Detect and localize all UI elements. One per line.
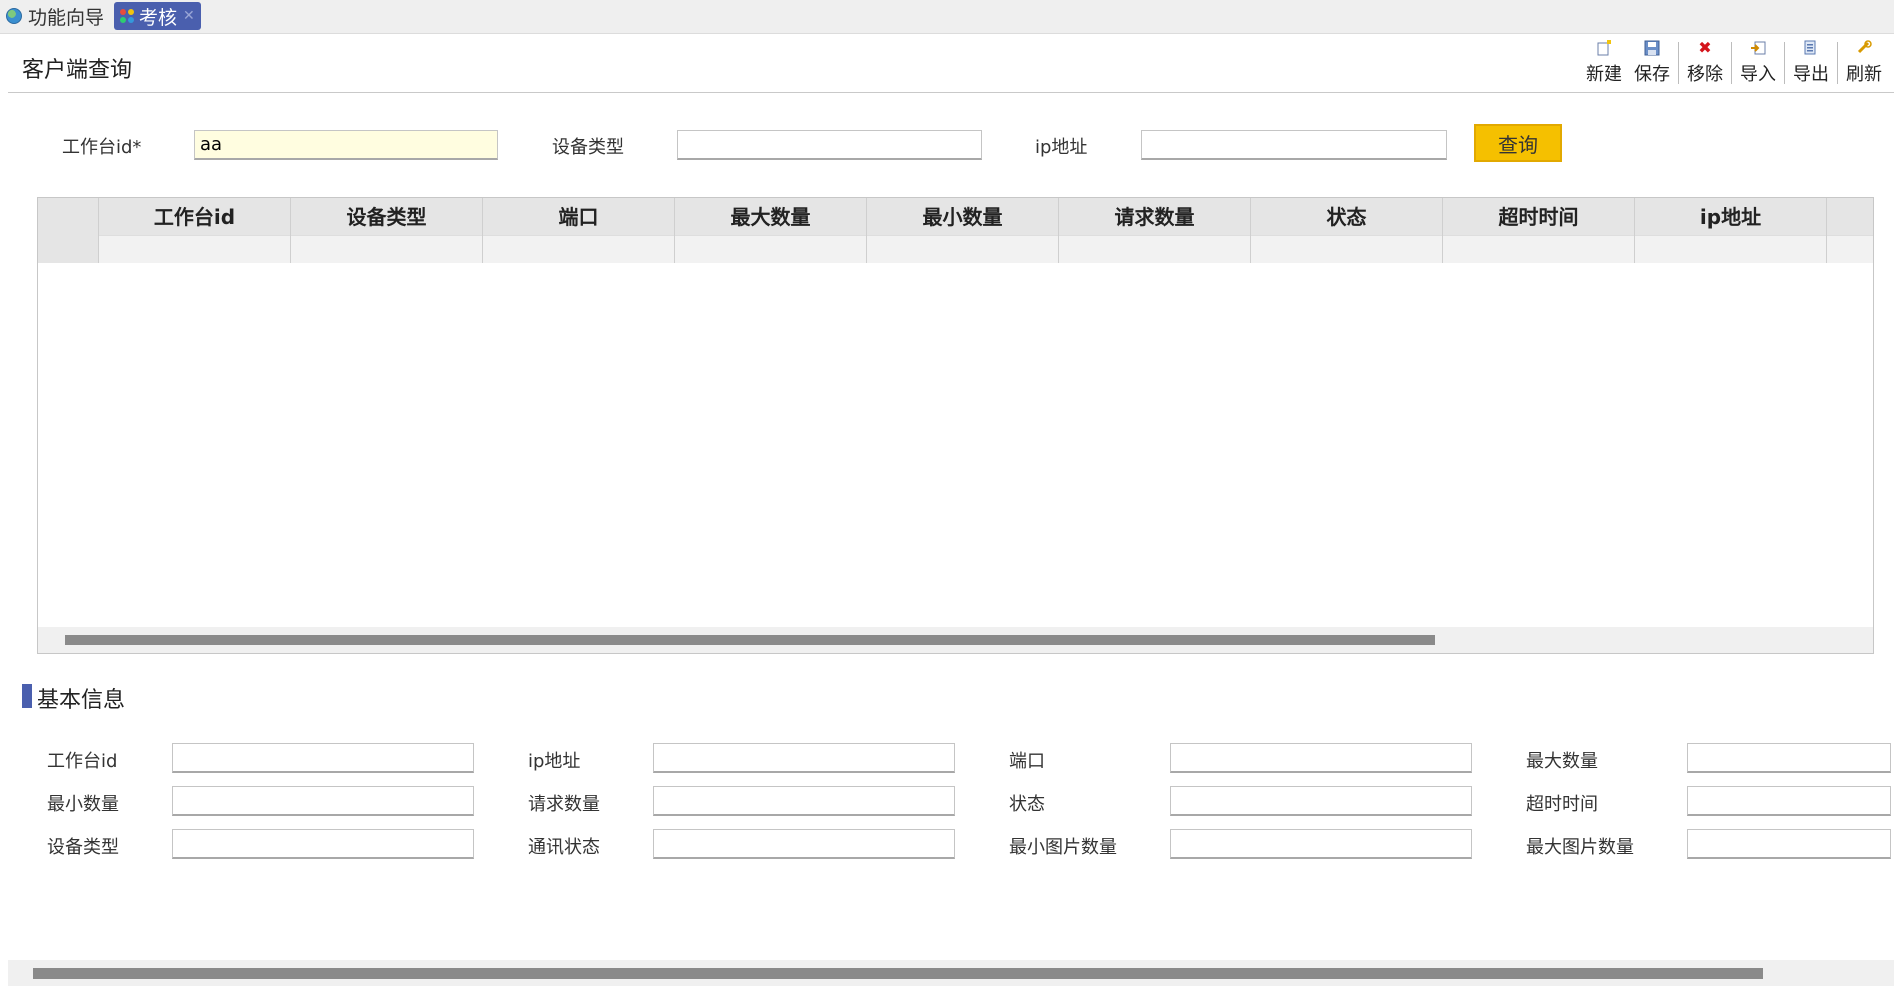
detail-timeout-field[interactable] <box>1687 786 1891 816</box>
detail-request-count-field[interactable] <box>653 786 955 816</box>
import-button[interactable]: 导入 <box>1734 40 1782 86</box>
detail-status-field[interactable] <box>1170 786 1472 816</box>
section-marker <box>22 684 32 708</box>
detail-comm-status-field[interactable] <box>653 829 955 859</box>
globe-icon <box>6 8 22 24</box>
column-header[interactable]: 最大数量 <box>675 198 867 263</box>
export-button[interactable]: 导出 <box>1787 40 1835 86</box>
toolbar-label: 刷新 <box>1846 64 1882 85</box>
toolbar: 新建 保存 ✖ 移除 导入 导出 刷新 <box>1580 39 1888 86</box>
device-type-input[interactable] <box>677 130 982 160</box>
workstation-id-label: 工作台id* <box>62 137 142 158</box>
detail-min-image-count-field[interactable] <box>1170 829 1472 859</box>
column-filter[interactable] <box>291 235 482 263</box>
detail-label: 设备类型 <box>47 837 119 858</box>
detail-label: 端口 <box>1009 751 1045 772</box>
toolbar-label: 移除 <box>1687 64 1723 85</box>
workstation-id-input[interactable] <box>194 130 498 160</box>
detail-label: ip地址 <box>528 751 581 772</box>
toolbar-separator <box>1784 42 1785 84</box>
new-doc-icon <box>1596 39 1612 56</box>
column-header[interactable]: ip地址 <box>1635 198 1827 263</box>
detail-workstation-id-field[interactable] <box>172 743 474 773</box>
save-icon <box>1644 40 1660 56</box>
column-filter[interactable] <box>675 235 866 263</box>
grid-corner <box>38 198 99 263</box>
column-filter[interactable] <box>99 235 290 263</box>
refresh-button[interactable]: 刷新 <box>1840 40 1888 86</box>
detail-label: 最小数量 <box>47 794 119 815</box>
column-header-overflow <box>1827 198 1873 263</box>
column-header[interactable]: 最小数量 <box>867 198 1059 263</box>
column-filter[interactable] <box>1443 235 1634 263</box>
detail-port-field[interactable] <box>1170 743 1472 773</box>
toolbar-label: 新建 <box>1586 64 1622 85</box>
query-button[interactable]: 查询 <box>1474 124 1562 162</box>
detail-label: 最小图片数量 <box>1009 837 1117 858</box>
section-title: 基本信息 <box>37 688 126 713</box>
detail-max-count-field[interactable] <box>1687 743 1891 773</box>
column-header[interactable]: 端口 <box>483 198 675 263</box>
detail-label: 工作台id <box>47 751 118 772</box>
toolbar-separator <box>1731 42 1732 84</box>
detail-label: 请求数量 <box>528 794 600 815</box>
column-filter[interactable] <box>483 235 674 263</box>
column-filter[interactable] <box>1059 235 1250 263</box>
column-header[interactable]: 超时时间 <box>1443 198 1635 263</box>
toolbar-label: 导入 <box>1740 64 1776 85</box>
title-divider <box>8 92 1894 93</box>
detail-label: 最大图片数量 <box>1526 837 1634 858</box>
column-filter[interactable] <box>1635 235 1826 263</box>
import-icon <box>1750 40 1766 56</box>
tab-assessment[interactable]: 考核 ✕ <box>114 2 201 30</box>
detail-label: 通讯状态 <box>528 837 600 858</box>
detail-min-count-field[interactable] <box>172 786 474 816</box>
column-header[interactable]: 状态 <box>1251 198 1443 263</box>
page-title: 客户端查询 <box>22 58 133 83</box>
column-header[interactable]: 设备类型 <box>291 198 483 263</box>
column-filter[interactable] <box>867 235 1058 263</box>
toolbar-separator <box>1678 42 1679 84</box>
detail-device-type-field[interactable] <box>172 829 474 859</box>
tab-function-guide[interactable]: 功能向导 <box>6 2 104 30</box>
toolbar-separator <box>1837 42 1838 84</box>
toolbar-label: 保存 <box>1634 64 1670 85</box>
save-button[interactable]: 保存 <box>1628 40 1676 86</box>
client-grid: 工作台id 设备类型 端口 最大数量 最小数量 请求数量 状态 超时时间 ip地… <box>37 197 1874 654</box>
tab-bar: 功能向导 考核 ✕ <box>0 0 1894 34</box>
remove-button[interactable]: ✖ 移除 <box>1681 40 1729 86</box>
ip-address-label: ip地址 <box>1035 137 1088 158</box>
new-button[interactable]: 新建 <box>1580 39 1628 86</box>
grid-horizontal-scrollbar[interactable] <box>38 627 1873 653</box>
toolbar-label: 导出 <box>1793 64 1829 85</box>
refresh-icon <box>1856 40 1872 56</box>
detail-label: 最大数量 <box>1526 751 1598 772</box>
detail-ip-address-field[interactable] <box>653 743 955 773</box>
detail-label: 超时时间 <box>1526 794 1598 815</box>
scrollbar-thumb[interactable] <box>33 968 1763 979</box>
close-icon[interactable]: ✕ <box>183 8 195 24</box>
page-horizontal-scrollbar[interactable] <box>8 960 1894 986</box>
grid-header: 工作台id 设备类型 端口 最大数量 最小数量 请求数量 状态 超时时间 ip地… <box>38 198 1873 263</box>
scrollbar-thumb[interactable] <box>65 635 1435 645</box>
tab-label: 考核 <box>139 6 178 29</box>
remove-x-icon: ✖ <box>1698 38 1712 57</box>
column-header[interactable]: 请求数量 <box>1059 198 1251 263</box>
detail-label: 状态 <box>1009 794 1045 815</box>
ip-address-input[interactable] <box>1141 130 1447 160</box>
device-type-label: 设备类型 <box>552 137 624 158</box>
detail-max-image-count-field[interactable] <box>1687 829 1891 859</box>
export-icon <box>1803 40 1819 56</box>
column-header[interactable]: 工作台id <box>99 198 291 263</box>
tab-label: 功能向导 <box>28 6 105 29</box>
app-grid-icon <box>120 9 134 23</box>
column-filter[interactable] <box>1251 235 1442 263</box>
